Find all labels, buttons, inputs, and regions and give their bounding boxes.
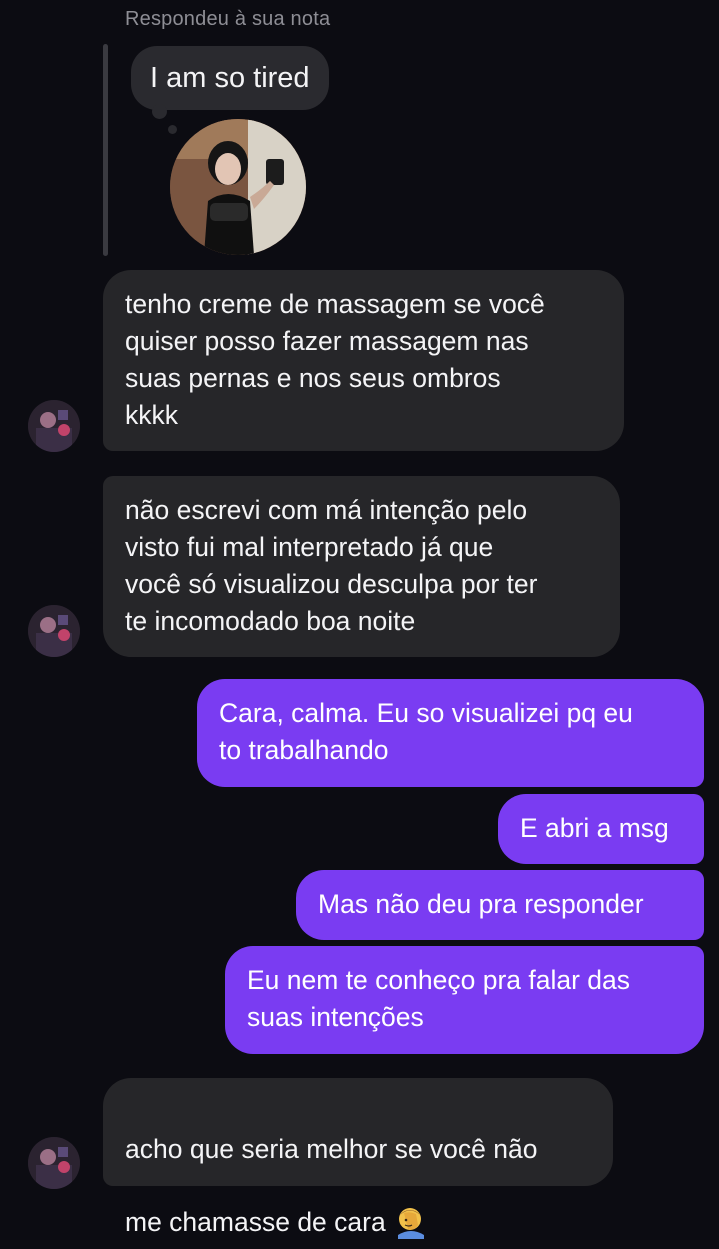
message-bubble-outgoing[interactable]: Eu nem te conheço pra falar das suas int… bbox=[225, 946, 704, 1054]
message-bubble-outgoing[interactable]: E abri a msg bbox=[498, 794, 704, 864]
note-bubble-tail-dot bbox=[152, 104, 167, 119]
reply-quote-bar bbox=[103, 44, 108, 256]
message-text: acho que seria melhor se você não me cha… bbox=[125, 1134, 538, 1237]
message-bubble-incoming[interactable]: acho que seria melhor se você não me cha… bbox=[103, 1078, 613, 1239]
message-bubble-outgoing[interactable]: Cara, calma. Eu so visualizei pq eu to t… bbox=[197, 679, 704, 787]
sender-avatar[interactable] bbox=[28, 1137, 80, 1189]
message-bubble-incoming[interactable]: não escrevi com má intenção pelo visto f… bbox=[103, 476, 620, 657]
note-text: I am so tired bbox=[150, 61, 310, 94]
message-bubble-incoming[interactable]: tenho creme de massagem se você quiser p… bbox=[103, 270, 624, 451]
note-bubble-tail-dot-small bbox=[168, 125, 177, 134]
sender-avatar[interactable] bbox=[28, 605, 80, 657]
note-bubble[interactable]: I am so tired bbox=[131, 46, 329, 110]
note-author-avatar[interactable] bbox=[170, 119, 306, 255]
message-bubble-outgoing[interactable]: Mas não deu pra responder bbox=[296, 870, 704, 940]
man-facepalming-icon bbox=[394, 1168, 428, 1249]
sender-avatar[interactable] bbox=[28, 400, 80, 452]
reply-header: Respondeu à sua nota bbox=[125, 8, 331, 30]
